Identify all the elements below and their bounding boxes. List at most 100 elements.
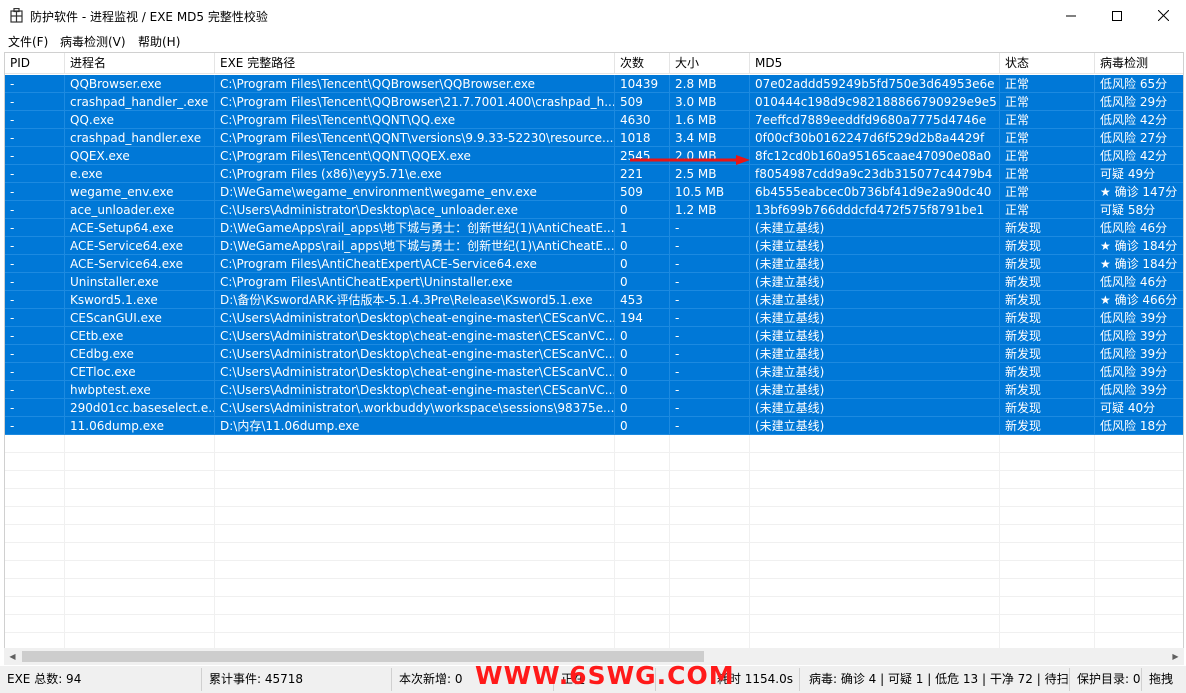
cell-pid: - bbox=[5, 273, 65, 291]
cell-name: e.exe bbox=[65, 165, 215, 183]
cell-count: 0 bbox=[615, 363, 670, 381]
column-header-path[interactable]: EXE 完整路径 bbox=[215, 53, 615, 74]
cell-name: crashpad_handler.exe bbox=[65, 129, 215, 147]
cell-count: 0 bbox=[615, 273, 670, 291]
cell-virus: ★ 确诊 184分 bbox=[1095, 255, 1183, 273]
empty-grid bbox=[5, 435, 1183, 662]
menu-virus-scan[interactable]: 病毒检测(V) bbox=[60, 33, 126, 50]
cell-status: 新发现 bbox=[1000, 381, 1095, 399]
cell-pid: - bbox=[5, 381, 65, 399]
cell-status: 新发现 bbox=[1000, 399, 1095, 417]
cell-name: QQ.exe bbox=[65, 111, 215, 129]
cell-pid: - bbox=[5, 255, 65, 273]
table-row[interactable]: -11.06dump.exe D:\内存\11.06dump.exe 0- (未建立基… bbox=[5, 417, 1183, 435]
scroll-left-icon[interactable]: ◀ bbox=[4, 648, 21, 665]
cell-pid: - bbox=[5, 93, 65, 111]
cell-virus: 低风险 39分 bbox=[1095, 345, 1183, 363]
column-header-status[interactable]: 状态 bbox=[1000, 53, 1095, 74]
cell-size: 10.5 MB bbox=[670, 183, 750, 201]
cell-size: - bbox=[670, 417, 750, 435]
close-button[interactable] bbox=[1140, 0, 1186, 31]
cell-name: ACE-Service64.exe bbox=[65, 237, 215, 255]
cell-path: C:\Program Files\AntiCheatExpert\ACE-Ser… bbox=[215, 255, 615, 273]
cell-size: 3.0 MB bbox=[670, 93, 750, 111]
cell-virus: 可疑 58分 bbox=[1095, 201, 1183, 219]
cell-count: 453 bbox=[615, 291, 670, 309]
table-row[interactable]: - ACE-Service64.exe D:\WeGameApps\rail_app… bbox=[5, 237, 1183, 255]
table-body: - QQBrowser.exe C:\Program Files\Tencent\Q… bbox=[5, 75, 1183, 435]
cell-name: CEtb.exe bbox=[65, 327, 215, 345]
cell-path: D:\WeGameApps\rail_apps\地下城与勇士：创新世纪(1)\A… bbox=[215, 237, 615, 255]
column-header-virus[interactable]: 病毒检测 bbox=[1095, 53, 1183, 74]
cell-name: crashpad_handler_.exe bbox=[65, 93, 215, 111]
cell-virus: 可疑 40分 bbox=[1095, 399, 1183, 417]
cell-md5: 13bf699b766dddcfd472f575f8791be1 bbox=[750, 201, 1000, 219]
cell-size: - bbox=[670, 219, 750, 237]
menu-bar: 文件(F) 病毒检测(V) 帮助(H) bbox=[0, 31, 1186, 51]
cell-count: 1018 bbox=[615, 129, 670, 147]
process-table[interactable]: PID 进程名 EXE 完整路径 次数 大小 MD5 状态 病毒检测 - QQBr… bbox=[4, 52, 1184, 663]
table-row[interactable]: - ace_unloader.exe C:\Users\Administrator\… bbox=[5, 201, 1183, 219]
cell-status: 正常 bbox=[1000, 111, 1095, 129]
cell-pid: - bbox=[5, 147, 65, 165]
cell-md5: (未建立基线) bbox=[750, 255, 1000, 273]
menu-file[interactable]: 文件(F) bbox=[8, 33, 48, 50]
column-header-count[interactable]: 次数 bbox=[615, 53, 670, 74]
cell-md5: (未建立基线) bbox=[750, 381, 1000, 399]
column-header-size[interactable]: 大小 bbox=[670, 53, 750, 74]
cell-count: 0 bbox=[615, 345, 670, 363]
table-row[interactable]: -290d01cc.baseselect.e... C:\Users\Admini… bbox=[5, 399, 1183, 417]
cell-pid: - bbox=[5, 399, 65, 417]
table-row[interactable]: - CETloc.exe C:\Users\Administrator\Deskto… bbox=[5, 363, 1183, 381]
table-row[interactable]: - Uninstaller.exe C:\Program Files\AntiChe… bbox=[5, 273, 1183, 291]
minimize-button[interactable] bbox=[1048, 0, 1094, 31]
table-row[interactable]: - ACE-Setup64.exe D:\WeGameApps\rail_apps\… bbox=[5, 219, 1183, 237]
table-row[interactable]: - wegame_env.exe D:\WeGame\wegame_environm… bbox=[5, 183, 1183, 201]
table-row[interactable]: - hwbptest.exe C:\Users\Administrator\Desk… bbox=[5, 381, 1183, 399]
table-row[interactable]: - crashpad_handler_.exe C:\Program Files\T… bbox=[5, 93, 1183, 111]
table-row[interactable]: - ACE-Service64.exe C:\Program Files\AntiC… bbox=[5, 255, 1183, 273]
cell-status: 正常 bbox=[1000, 201, 1095, 219]
table-row[interactable]: - crashpad_handler.exe C:\Program Files\Te… bbox=[5, 129, 1183, 147]
column-header-md5[interactable]: MD5 bbox=[750, 53, 1000, 74]
column-header-name[interactable]: 进程名 bbox=[65, 53, 215, 74]
cell-status: 新发现 bbox=[1000, 345, 1095, 363]
cell-virus: 低风险 39分 bbox=[1095, 363, 1183, 381]
table-row[interactable]: - Ksword5.1.exe D:\备份\KswordARK-评估版本-5.1.4… bbox=[5, 291, 1183, 309]
cell-count: 0 bbox=[615, 201, 670, 219]
maximize-button[interactable] bbox=[1094, 0, 1140, 31]
cell-name: Uninstaller.exe bbox=[65, 273, 215, 291]
menu-help[interactable]: 帮助(H) bbox=[138, 33, 180, 50]
cell-size: 2.5 MB bbox=[670, 165, 750, 183]
cell-pid: - bbox=[5, 363, 65, 381]
cell-count: 0 bbox=[615, 237, 670, 255]
table-row[interactable]: - QQEX.exe C:\Program Files\Tencent\QQNT\Q… bbox=[5, 147, 1183, 165]
title-bar[interactable]: 防护软件 - 进程监视 / EXE MD5 完整性校验 bbox=[0, 0, 1186, 31]
cell-size: - bbox=[670, 273, 750, 291]
scroll-right-icon[interactable]: ▶ bbox=[1167, 648, 1184, 665]
cell-path: C:\Users\Administrator\Desktop\cheat-eng… bbox=[215, 327, 615, 345]
table-row[interactable]: - CEtb.exe C:\Users\Administrator\Desktop\… bbox=[5, 327, 1183, 345]
table-row[interactable]: - QQBrowser.exe C:\Program Files\Tencent\Q… bbox=[5, 75, 1183, 93]
cell-count: 221 bbox=[615, 165, 670, 183]
column-header-pid[interactable]: PID bbox=[5, 53, 65, 74]
table-row[interactable]: - QQ.exe C:\Program Files\Tencent\QQNT\QQ.… bbox=[5, 111, 1183, 129]
table-row[interactable]: - CEScanGUI.exe C:\Users\Administrator\Des… bbox=[5, 309, 1183, 327]
cell-count: 10439 bbox=[615, 75, 670, 93]
cell-md5: (未建立基线) bbox=[750, 309, 1000, 327]
cell-name: Ksword5.1.exe bbox=[65, 291, 215, 309]
cell-count: 0 bbox=[615, 327, 670, 345]
cell-count: 1 bbox=[615, 219, 670, 237]
cell-status: 新发现 bbox=[1000, 363, 1095, 381]
cell-size: 1.2 MB bbox=[670, 201, 750, 219]
maximize-icon bbox=[1112, 10, 1122, 21]
cell-name: hwbptest.exe bbox=[65, 381, 215, 399]
table-row[interactable]: - CEdbg.exe C:\Users\Administrator\Desktop… bbox=[5, 345, 1183, 363]
status-events: 累计事件: 45718 bbox=[204, 668, 392, 691]
cell-path: C:\Program Files\AntiCheatExpert\Uninsta… bbox=[215, 273, 615, 291]
cell-virus: 低风险 29分 bbox=[1095, 93, 1183, 111]
cell-size: - bbox=[670, 291, 750, 309]
table-header: PID 进程名 EXE 完整路径 次数 大小 MD5 状态 病毒检测 bbox=[5, 53, 1183, 74]
cell-pid: - bbox=[5, 201, 65, 219]
table-row[interactable]: - e.exe C:\Program Files (x86)\eyy5.71\e.e… bbox=[5, 165, 1183, 183]
